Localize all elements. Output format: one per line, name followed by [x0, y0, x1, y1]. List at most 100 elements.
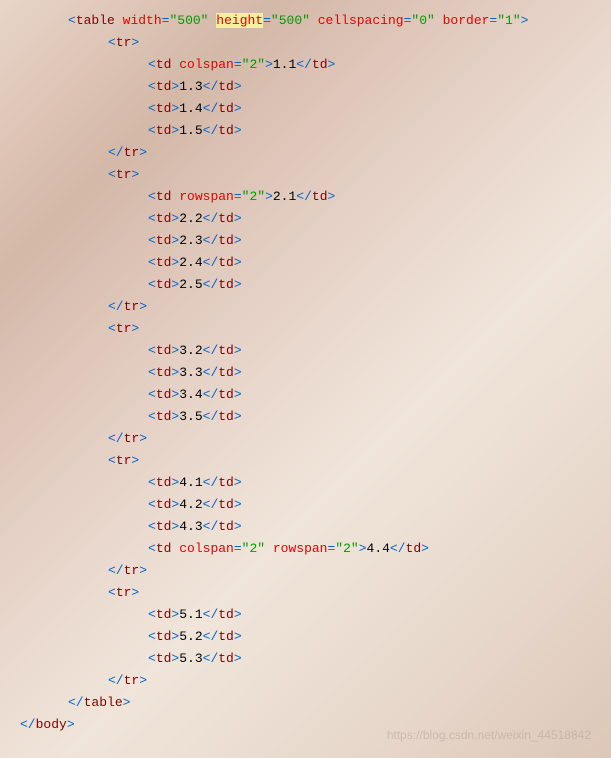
- tag-name-token: td: [156, 541, 172, 556]
- code-line: <tr>: [20, 318, 591, 340]
- tag-name-token: td: [156, 409, 172, 424]
- text-content-token: 2.5: [179, 277, 202, 292]
- tag-name-token: td: [156, 387, 172, 402]
- bracket-token: >: [234, 123, 242, 138]
- tag-name-token: td: [312, 57, 328, 72]
- tag-name-token: td: [156, 255, 172, 270]
- tag-name-token: td: [218, 497, 234, 512]
- tag-name-token: tr: [124, 563, 140, 578]
- bracket-token: </: [20, 717, 36, 732]
- code-line: <td colspan="2">1.1</td>: [20, 54, 591, 76]
- bracket-token: <: [148, 211, 156, 226]
- tag-name-token: tr: [124, 299, 140, 314]
- bracket-token: </: [203, 233, 219, 248]
- code-line: <td>3.2</td>: [20, 340, 591, 362]
- tag-name-token: td: [218, 365, 234, 380]
- bracket-token: </: [203, 497, 219, 512]
- bracket-token: <: [148, 189, 156, 204]
- bracket-token: <: [148, 57, 156, 72]
- bracket-token: >: [265, 189, 273, 204]
- code-line: <td>1.3</td>: [20, 76, 591, 98]
- tag-name-token: tr: [124, 145, 140, 160]
- attr-name-token: colspan: [179, 541, 234, 556]
- text-content-token: 3.5: [179, 409, 202, 424]
- bracket-token: <: [148, 101, 156, 116]
- bracket-token: <: [148, 365, 156, 380]
- bracket-token: >: [234, 255, 242, 270]
- attr-value-token: "2": [242, 189, 265, 204]
- text-content-token: 4.2: [179, 497, 202, 512]
- text-content-token: 5.3: [179, 651, 202, 666]
- bracket-token: </: [203, 343, 219, 358]
- bracket-token: >: [123, 695, 131, 710]
- attr-name-token: cellspacing: [318, 13, 404, 28]
- bracket-token: </: [108, 563, 124, 578]
- tag-name-token: td: [156, 629, 172, 644]
- tag-name-token: td: [156, 607, 172, 622]
- code-line: <td>1.5</td>: [20, 120, 591, 142]
- bracket-token: <: [148, 541, 156, 556]
- bracket-token: >: [234, 629, 242, 644]
- tag-name-token: td: [156, 277, 172, 292]
- attr-value-token: "500": [169, 13, 208, 28]
- attr-value-token: "2": [242, 57, 265, 72]
- code-line: <td>1.4</td>: [20, 98, 591, 120]
- text-content-token: 4.3: [179, 519, 202, 534]
- code-block: <table width="500" height="500" cellspac…: [20, 10, 591, 736]
- bracket-token: >: [234, 101, 242, 116]
- bracket-token: >: [131, 35, 139, 50]
- tag-name-token: table: [76, 13, 115, 28]
- tag-name-token: td: [156, 101, 172, 116]
- tag-name-token: td: [156, 365, 172, 380]
- code-line: <td colspan="2" rowspan="2">4.4</td>: [20, 538, 591, 560]
- attr-value-token: "0": [411, 13, 434, 28]
- tag-name-token: td: [218, 123, 234, 138]
- bracket-token: >: [139, 673, 147, 688]
- bracket-token: </: [203, 211, 219, 226]
- bracket-token: >: [131, 167, 139, 182]
- plain-token: [435, 13, 443, 28]
- tag-name-token: table: [84, 695, 123, 710]
- bracket-token: <: [148, 607, 156, 622]
- bracket-token: >: [234, 519, 242, 534]
- bracket-token: <: [148, 475, 156, 490]
- tag-name-token: tr: [116, 585, 132, 600]
- code-line: </table>: [20, 692, 591, 714]
- text-content-token: 1.5: [179, 123, 202, 138]
- bracket-token: </: [108, 145, 124, 160]
- code-line: </tr>: [20, 142, 591, 164]
- code-line: <td>3.3</td>: [20, 362, 591, 384]
- bracket-token: </: [296, 57, 312, 72]
- tag-name-token: td: [156, 651, 172, 666]
- text-content-token: 2.3: [179, 233, 202, 248]
- code-line: </tr>: [20, 560, 591, 582]
- bracket-token: </: [203, 123, 219, 138]
- code-line: <td>5.2</td>: [20, 626, 591, 648]
- bracket-token: >: [359, 541, 367, 556]
- bracket-token: =: [234, 57, 242, 72]
- text-content-token: 1.1: [273, 57, 296, 72]
- bracket-token: </: [108, 673, 124, 688]
- bracket-token: >: [139, 299, 147, 314]
- text-content-token: 1.3: [179, 79, 202, 94]
- bracket-token: >: [139, 563, 147, 578]
- bracket-token: </: [203, 365, 219, 380]
- tag-name-token: td: [218, 475, 234, 490]
- tag-name-token: td: [406, 541, 422, 556]
- tag-name-token: td: [156, 189, 172, 204]
- code-line: <tr>: [20, 450, 591, 472]
- bracket-token: </: [203, 387, 219, 402]
- tag-name-token: td: [156, 233, 172, 248]
- bracket-token: >: [234, 277, 242, 292]
- bracket-token: </: [203, 277, 219, 292]
- bracket-token: </: [390, 541, 406, 556]
- bracket-token: <: [108, 585, 116, 600]
- attr-name-token: border: [443, 13, 490, 28]
- tag-name-token: td: [156, 123, 172, 138]
- code-line: <tr>: [20, 32, 591, 54]
- tag-name-token: td: [218, 233, 234, 248]
- bracket-token: >: [234, 409, 242, 424]
- bracket-token: <: [148, 651, 156, 666]
- bracket-token: <: [148, 497, 156, 512]
- bracket-token: >: [328, 57, 336, 72]
